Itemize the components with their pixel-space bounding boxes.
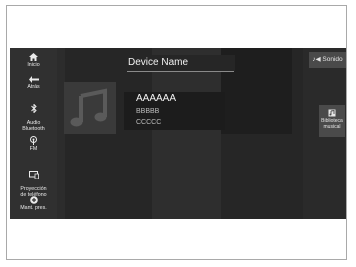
sidebar-item-phone-projection[interactable]: Proyección de teléfono <box>10 165 57 198</box>
back-arrow-icon <box>28 76 39 83</box>
head-unit-screen: Inicio Atrás Audio Bluetooth FM Proyecci… <box>10 48 346 219</box>
plus-circle-icon <box>29 196 38 204</box>
divider <box>127 71 234 72</box>
sidebar-item-label: Mant. pres. <box>20 205 47 211</box>
sidebar-item-label: Atrás <box>27 84 40 90</box>
sidebar-item-label: Audio Bluetooth <box>22 120 45 132</box>
sidebar-item-fm[interactable]: FM <box>10 136 57 152</box>
radio-antenna-icon <box>30 136 37 145</box>
sound-button[interactable]: ♪◀ Sonido <box>309 52 346 68</box>
sidebar-item-home[interactable]: Inicio <box>10 53 57 68</box>
music-library-button[interactable]: Biblioteca musical <box>319 105 345 137</box>
track-artist: BBBBB <box>136 108 160 115</box>
sidebar-item-long-press[interactable]: Mant. pres. <box>10 196 57 211</box>
track-title: AAAAAA <box>136 93 177 104</box>
phone-projection-icon <box>28 171 39 179</box>
music-library-icon <box>328 109 336 117</box>
sidebar-item-label: Inicio <box>27 62 40 68</box>
device-name: Device Name <box>127 55 235 71</box>
sound-eq-icon: ♪◀ <box>312 56 321 63</box>
background-panel <box>152 48 221 219</box>
sidebar-item-label: FM <box>29 146 38 152</box>
music-library-label: Biblioteca musical <box>321 118 343 130</box>
sidebar-item-back[interactable]: Atrás <box>10 76 57 90</box>
home-icon <box>29 53 38 61</box>
bluetooth-icon <box>30 104 37 113</box>
sidebar: Inicio Atrás Audio Bluetooth FM Proyecci… <box>10 48 57 219</box>
track-album: CCCCC <box>136 119 162 126</box>
sound-label: Sonido <box>322 56 343 63</box>
music-note-icon <box>70 88 107 127</box>
album-art <box>64 82 116 134</box>
sidebar-item-bluetooth-audio[interactable]: Audio Bluetooth <box>10 98 57 132</box>
